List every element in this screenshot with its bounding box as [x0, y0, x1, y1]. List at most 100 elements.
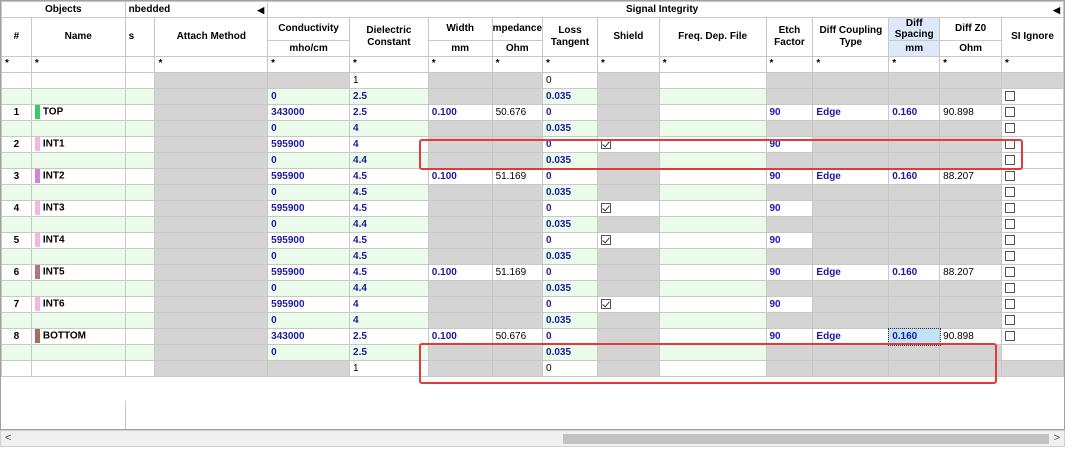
si-ignore-cell[interactable] [1000, 216, 1064, 233]
si-ignore-cell[interactable] [1000, 264, 1064, 281]
layer-row[interactable]: 8 BOTTOM 343000 2.5 0.100 50.676 0 90 Edge 0.160 9… [1, 327, 1064, 346]
si-ignore-checkbox[interactable] [1004, 90, 1015, 101]
col-si-ignore[interactable]: SI Ignore [1000, 17, 1064, 57]
col-num[interactable]: # [1, 17, 32, 57]
layer-name[interactable]: INT6 [30, 296, 126, 313]
si-ignore-cell[interactable] [1000, 104, 1064, 121]
freq-dep-file-cell[interactable] [658, 200, 767, 217]
loss-tangent-cell[interactable]: 0.035 [542, 88, 598, 105]
si-ignore-checkbox[interactable] [1004, 298, 1015, 309]
dielectric-cell[interactable]: 4.5 [349, 248, 429, 265]
collapse-left-icon[interactable]: ◀ [257, 3, 264, 17]
freq-dep-file-cell[interactable] [658, 344, 767, 361]
filter-cell[interactable]: * [939, 56, 1002, 73]
si-ignore-cell[interactable] [1000, 136, 1064, 153]
width-cell[interactable]: 0.100 [427, 168, 493, 185]
filter-cell[interactable]: * [765, 56, 814, 73]
filter-cell[interactable]: * [30, 56, 126, 73]
impedance-cell[interactable]: 50.676 [491, 328, 544, 345]
loss-tangent-cell[interactable]: 0 [542, 328, 598, 345]
etch-factor-cell[interactable]: 90 [765, 264, 814, 281]
conductivity-cell[interactable]: 0 [267, 216, 351, 233]
dielectric-row[interactable]: 0 2.5 0.035 [1, 344, 1064, 361]
si-ignore-cell[interactable] [1000, 88, 1064, 105]
scrollbar-thumb[interactable] [563, 434, 1049, 444]
freq-dep-file-cell[interactable] [658, 280, 767, 297]
conductivity-cell[interactable]: 595900 [267, 168, 351, 185]
diff-z0-cell[interactable]: 88.207 [939, 264, 1002, 281]
loss-tangent-cell[interactable]: 0.035 [542, 280, 598, 297]
conductivity-cell[interactable]: 595900 [267, 232, 351, 249]
si-ignore-checkbox[interactable] [1004, 186, 1015, 197]
etch-factor-cell[interactable]: 90 [765, 168, 814, 185]
si-ignore-cell[interactable] [1000, 280, 1064, 297]
diff-spacing-cell[interactable]: 0.160 [888, 264, 941, 281]
dielectric-cell[interactable]: 4.5 [349, 168, 429, 185]
layer-row[interactable]: 1 TOP 343000 2.5 0.100 50.676 0 90 Edge 0.160 90.8… [1, 104, 1064, 121]
group-embedded[interactable]: nbedded ◀ [124, 1, 269, 18]
freq-dep-file-cell[interactable] [658, 264, 767, 281]
freq-dep-file-cell[interactable] [658, 88, 767, 105]
shield-cell[interactable] [596, 296, 660, 313]
freq-dep-file-cell[interactable] [658, 232, 767, 249]
layer-row[interactable]: 3 INT2 595900 4.5 0.100 51.169 0 90 Edge 0.160 88.… [1, 168, 1064, 185]
freq-dep-file-cell[interactable] [658, 120, 767, 137]
conductivity-cell[interactable]: 0 [267, 248, 351, 265]
conductivity-cell[interactable]: 595900 [267, 136, 351, 153]
diff-coupling-cell[interactable]: Edge [812, 168, 890, 185]
loss-tangent-cell[interactable]: 0.035 [542, 152, 598, 169]
freq-dep-file-cell[interactable] [658, 312, 767, 329]
loss-tangent-cell[interactable]: 0.035 [542, 344, 598, 361]
conductivity-cell[interactable]: 0 [267, 120, 351, 137]
si-ignore-checkbox[interactable] [1004, 138, 1015, 149]
si-ignore-checkbox[interactable] [1004, 330, 1015, 341]
group-signal-integrity[interactable]: Signal Integrity ◀ [267, 1, 1064, 18]
col-diff-z0[interactable]: Diff Z0 [939, 17, 1002, 41]
scroll-right-icon[interactable]: > [1054, 431, 1060, 446]
dielectric-cell[interactable]: 4.4 [349, 152, 429, 169]
freq-dep-file-cell[interactable] [658, 168, 767, 185]
filter-cell[interactable]: * [267, 56, 351, 73]
conductivity-cell[interactable]: 343000 [267, 104, 351, 121]
filter-cell[interactable]: * [658, 56, 767, 73]
dielectric-cell[interactable]: 1 [349, 72, 429, 89]
col-s[interactable]: s [124, 17, 156, 57]
diff-z0-cell[interactable]: 88.207 [939, 168, 1002, 185]
dielectric-row[interactable]: 0 4.5 0.035 [1, 184, 1064, 201]
dielectric-cell[interactable]: 2.5 [349, 88, 429, 105]
collapse-left-icon[interactable]: ◀ [1053, 3, 1060, 17]
si-ignore-checkbox[interactable] [1004, 282, 1015, 293]
si-ignore-cell[interactable] [1000, 296, 1064, 313]
diff-z0-cell[interactable]: 90.898 [939, 104, 1002, 121]
si-ignore-checkbox[interactable] [1004, 266, 1015, 277]
shield-checkbox[interactable] [600, 138, 611, 149]
dielectric-cell[interactable]: 4.5 [349, 232, 429, 249]
si-ignore-checkbox[interactable] [1004, 154, 1015, 165]
col-conductivity[interactable]: Conductivity [267, 17, 351, 41]
etch-factor-cell[interactable]: 90 [765, 296, 814, 313]
dielectric-cell[interactable]: 1 [349, 360, 429, 377]
col-diff-spacing[interactable]: Diff Spacing [888, 17, 941, 41]
filter-cell[interactable]: * [812, 56, 890, 73]
width-cell[interactable]: 0.100 [427, 264, 493, 281]
layer-row[interactable]: 5 INT4 595900 4.5 0 90 [1, 232, 1064, 249]
dielectric-row[interactable]: 0 2.5 0.035 [1, 88, 1064, 105]
impedance-cell[interactable]: 51.169 [491, 264, 544, 281]
diff-coupling-cell[interactable]: Edge [812, 328, 890, 345]
dielectric-cell[interactable]: 4.5 [349, 184, 429, 201]
col-impedance[interactable]: mpedance [491, 17, 544, 41]
col-name[interactable]: Name [30, 17, 126, 57]
width-cell[interactable]: 0.100 [427, 104, 493, 121]
dielectric-row[interactable]: 0 4.4 0.035 [1, 152, 1064, 169]
conductivity-cell[interactable]: 0 [267, 152, 351, 169]
filter-cell[interactable]: * [542, 56, 598, 73]
loss-tangent-cell[interactable]: 0 [542, 360, 598, 377]
freq-dep-file-cell[interactable] [658, 360, 767, 377]
dielectric-cell[interactable]: 4 [349, 120, 429, 137]
diff-z0-cell[interactable]: 90.898 [939, 328, 1002, 345]
filter-cell[interactable]: * [427, 56, 493, 73]
col-dielectric-constant[interactable]: Dielectric Constant [349, 17, 429, 57]
loss-tangent-cell[interactable]: 0 [542, 104, 598, 121]
conductivity-cell[interactable]: 595900 [267, 264, 351, 281]
dielectric-cell[interactable]: 4.4 [349, 216, 429, 233]
